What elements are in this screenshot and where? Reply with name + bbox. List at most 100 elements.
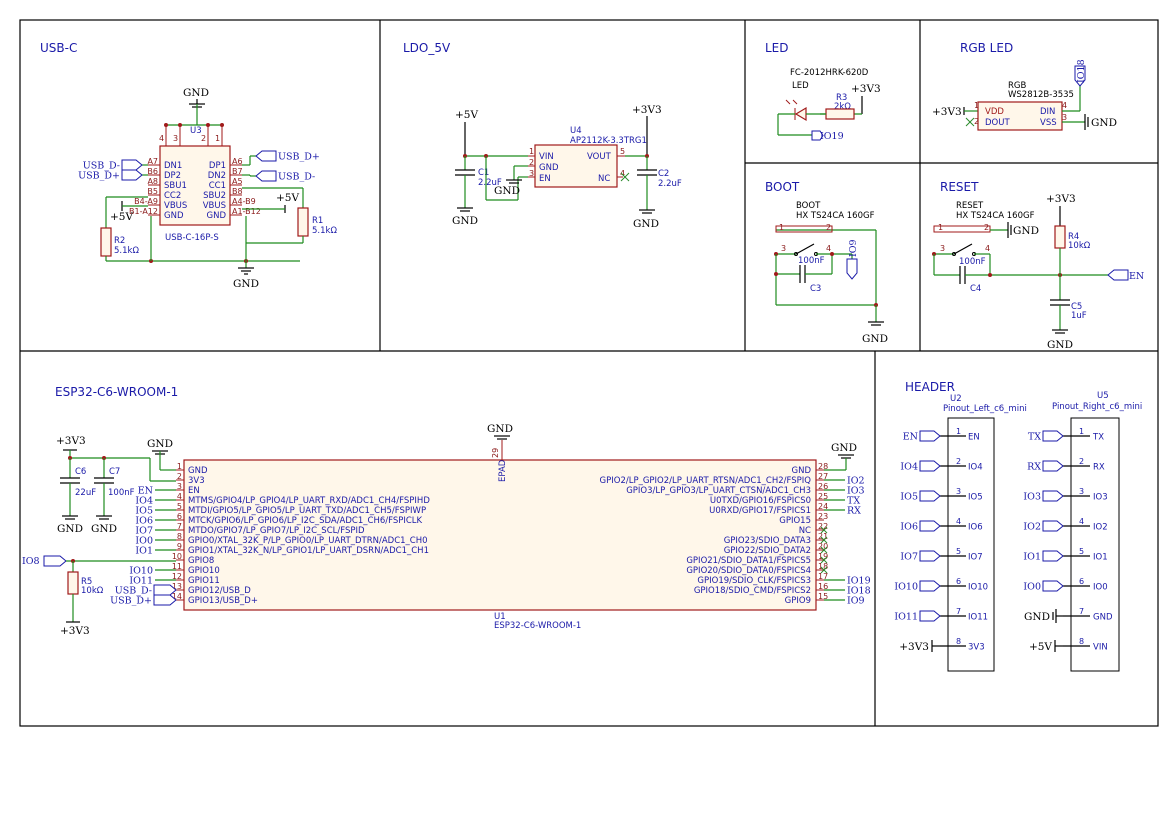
header-right-pin-name: GND [1093,613,1113,623]
esp-left-pin-num: 5 [177,502,182,511]
usb-left-pin-name: SBU1 [164,181,187,191]
usb-right-pin-num: B7 [232,167,243,176]
esp-right-net-label: RX [847,506,861,517]
esp-left-pin-num: 2 [177,472,182,481]
svg-text:100nF: 100nF [108,488,135,498]
esp-right-net-label: IO9 [847,596,865,607]
svg-text:C3: C3 [810,284,821,294]
header-left-pin-num: 8 [956,637,961,646]
usb-right-pin-num: A4-B9 [232,197,256,206]
header-right-net-flag [1042,490,1064,502]
svg-text:WS2812B-3535: WS2812B-3535 [1008,90,1074,100]
schematic-sheet: USB-C LDO_5V LED RGB LED BOOT RESET ESP3… [19,19,1159,727]
svg-text:Pinout_Left_c6_mini: Pinout_Left_c6_mini [943,404,1027,414]
esp-left-pin-num: 9 [177,542,182,551]
esp-left-pin-num: 7 [177,522,182,531]
header-right-pin-num: 8 [1079,637,1084,646]
svg-text:GND: GND [494,185,520,197]
svg-text:5.1kΩ: 5.1kΩ [114,246,139,256]
svg-text:3: 3 [940,244,945,253]
r4-resistor [1054,225,1066,249]
svg-text:LED: LED [792,81,809,91]
ldo-section: +5V GND C1 2.2uF GND U4 AP2112K-3.3TRG1 … [452,104,682,230]
header-left-net-flag [919,490,941,502]
header-left-net-flag-label: IO7 [900,552,918,563]
svg-text:1: 1 [938,223,943,232]
svg-text:VOUT: VOUT [587,152,612,162]
svg-text:U4: U4 [570,126,582,136]
header-left-pin-name: IO11 [968,613,988,623]
header-right-net-flag-label: IO1 [1023,552,1041,563]
svg-text:HX TS24CA 160GF: HX TS24CA 160GF [956,211,1035,221]
esp-right-pin-name: GPIO23/SDIO_DATA3 [724,536,811,546]
usb-right-pin-num: A6 [232,157,243,166]
esp-right-pin-name: U0RXD/GPIO17/FSPICS1 [709,506,811,516]
en-net-flag [1107,269,1129,281]
esp-left-pin-name: GPIO10 [188,566,220,576]
header-left-pin-num: 6 [956,577,961,586]
header-left-pin-num: 4 [956,517,961,526]
header-right-pin-num: 4 [1079,517,1084,526]
esp-right-pin-name: GPIO2/LP_GPIO2/LP_UART_RTSN/ADC1_CH2/FSP… [600,476,812,486]
svg-text:C1: C1 [478,168,489,178]
header-left-pin-name: IO7 [968,553,983,563]
svg-text:2: 2 [201,134,206,143]
header-right-pin-num: 7 [1079,607,1084,616]
esp-right-pin-name: NC [799,526,811,536]
usb-left-net-label: USB_D+ [78,171,120,182]
svg-text:IO18: IO18 [1076,59,1087,83]
svg-text:10kΩ: 10kΩ [81,586,104,596]
svg-text:1: 1 [529,147,534,156]
header-left-pin-num: 5 [956,547,961,556]
svg-text:5.1kΩ: 5.1kΩ [312,226,337,236]
header-right-net-label: GND [1024,611,1050,623]
esp-left-pin-name: MTCK/GPIO6/LP_GPIO6/LP_I2C_SDA/ADC1_CH6/… [188,516,423,526]
svg-text:GND: GND [147,438,173,450]
usb-right-pin-name: DN2 [208,171,226,181]
svg-text:VDD: VDD [985,107,1004,117]
esp-right-pin-name: GPIO15 [779,516,811,526]
svg-text:C7: C7 [109,467,120,477]
usb-left-pin-name: DN1 [164,161,182,171]
esp-left-pin-name: GND [188,466,208,476]
esp-right-pin-name: U0TXD/GPIO16/FSPICS0 [710,496,811,506]
header-right-pin-num: 6 [1079,577,1084,586]
header-left-pin-name: IO5 [968,493,983,503]
svg-text:EN: EN [1129,271,1144,282]
esp-left-pin-num: 8 [177,532,182,541]
svg-text:+3V3: +3V3 [932,106,962,118]
svg-text:GND: GND [1091,117,1117,129]
svg-text:2: 2 [826,223,831,232]
header-right-net-flag [1042,550,1064,562]
header-right-pin-num: 3 [1079,487,1084,496]
usb-right-pin-name: SBU2 [203,191,226,201]
svg-text:C2: C2 [658,169,669,179]
section-title-reset: RESET [940,180,979,194]
esp-left-pin-num: 1 [177,462,182,471]
header-right-net-flag-label: TX [1028,432,1041,443]
svg-text:+3V3: +3V3 [632,104,662,116]
svg-text:4: 4 [159,134,164,143]
svg-text:VIN: VIN [539,152,554,162]
esp-left-net-label: USB_D+ [110,596,152,607]
section-title-rgb: RGB LED [960,41,1013,55]
boot-section: BOOT HX TS24CA 160GF 1 2 3 4 100nF C3 IO… [774,201,888,345]
svg-text:GND: GND [452,215,478,227]
svg-text:+5V: +5V [455,109,478,121]
header-right-net-flag [1042,460,1064,472]
header-left-pin-name: EN [968,433,980,443]
svg-text:2: 2 [974,117,979,126]
reset-section: RESET HX TS24CA 160GF 1 2 3 4 GND 100nF … [932,193,1144,351]
header-right-pins: 1TXTX2RXRX3IO3IO34IO2IO25IO1IO16IO0IO07G… [1023,427,1113,653]
usb-value: USB-C-16P-S [165,233,219,243]
usb-5v-right: +5V [276,192,299,204]
header-left-pin-num: 3 [956,487,961,496]
header-right-net-flag-label: IO0 [1023,582,1041,593]
svg-text:DIN: DIN [1040,107,1055,117]
header-left-net-flag-label: IO10 [894,582,918,593]
svg-text:AP2112K-3.3TRG1: AP2112K-3.3TRG1 [570,136,647,146]
header-left-pin-num: 7 [956,607,961,616]
svg-text:4: 4 [985,244,990,253]
header-right-net-flag-label: IO2 [1023,522,1041,533]
esp-right-pin-name: GPIO19/SDIO_CLK/FSPICS3 [697,576,811,586]
